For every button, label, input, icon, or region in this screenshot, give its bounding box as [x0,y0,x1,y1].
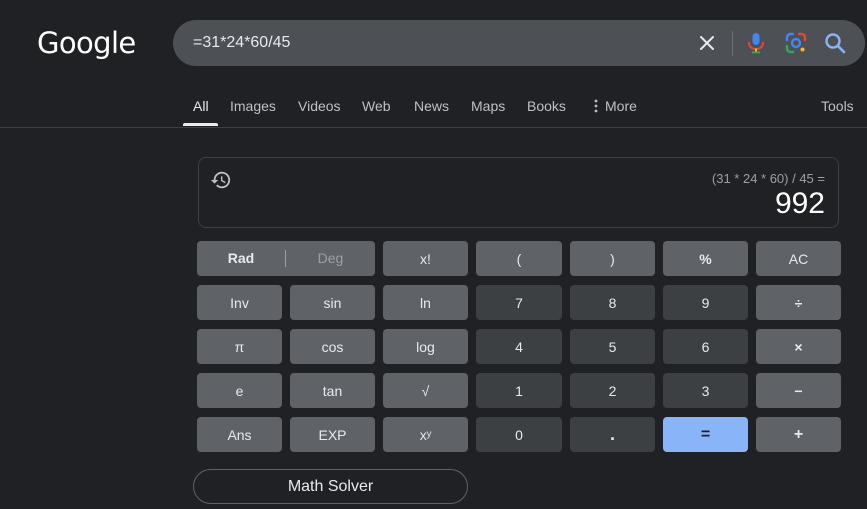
google-logo[interactable]: Google [37,26,136,60]
sin-button[interactable]: sin [290,285,375,320]
active-tab-indicator [183,123,218,126]
left-paren-button[interactable]: ( [476,241,562,276]
microphone-icon[interactable] [744,31,768,55]
tab-books[interactable]: Books [527,98,566,114]
tab-more[interactable]: More [593,98,637,114]
digit-3-button[interactable]: 3 [663,373,748,408]
tab-all[interactable]: All [193,98,209,114]
digit-5-button[interactable]: 5 [570,329,655,364]
equals-button[interactable]: = [663,417,748,452]
sqrt-button[interactable]: √ [383,373,468,408]
power-button[interactable]: xʸ [383,417,468,452]
math-solver-button[interactable]: Math Solver [193,469,468,504]
digit-1-button[interactable]: 1 [476,373,562,408]
pi-button[interactable]: π [197,329,282,364]
tabs-divider [0,127,867,128]
search-tabs: All Images Videos Web News Maps Books Mo… [0,86,867,127]
tab-news[interactable]: News [414,98,449,114]
search-icon[interactable] [823,31,847,55]
digit-9-button[interactable]: 9 [663,285,748,320]
digit-4-button[interactable]: 4 [476,329,562,364]
rad-deg-toggle[interactable]: Rad Deg [197,241,375,276]
digit-0-button[interactable]: 0 [476,417,562,452]
right-paren-button[interactable]: ) [570,241,655,276]
calculator-expression: (31 * 24 * 60) / 45 = [711,171,825,186]
multiply-button[interactable]: × [756,329,841,364]
minus-button[interactable]: − [756,373,841,408]
google-results-page: Google =31*24*60/45 All Images Videos We… [0,0,867,509]
calculator-display: (31 * 24 * 60) / 45 = 992 [198,157,839,228]
close-icon[interactable] [695,31,719,55]
tab-tools[interactable]: Tools [821,98,854,114]
digit-6-button[interactable]: 6 [663,329,748,364]
inverse-button[interactable]: Inv [197,285,282,320]
search-bar-divider [732,31,733,56]
deg-option[interactable]: Deg [286,241,375,276]
ln-button[interactable]: ln [383,285,468,320]
decimal-point-button[interactable]: . [570,417,655,452]
digit-2-button[interactable]: 2 [570,373,655,408]
google-lens-icon[interactable] [784,31,808,55]
tab-images[interactable]: Images [230,98,276,114]
more-vert-icon [594,99,598,113]
digit-7-button[interactable]: 7 [476,285,562,320]
exp-button[interactable]: EXP [290,417,375,452]
log-button[interactable]: log [383,329,468,364]
tab-web[interactable]: Web [362,98,391,114]
tab-more-label: More [605,98,637,114]
rad-option[interactable]: Rad [197,241,285,276]
calculator-result: 992 [774,187,825,220]
tab-videos[interactable]: Videos [298,98,341,114]
history-icon[interactable] [210,169,232,191]
plus-button[interactable]: + [756,417,841,452]
tan-button[interactable]: tan [290,373,375,408]
tab-maps[interactable]: Maps [471,98,505,114]
euler-button[interactable]: e [197,373,282,408]
cos-button[interactable]: cos [290,329,375,364]
search-input[interactable] [193,20,673,66]
search-bar [173,20,865,66]
factorial-button[interactable]: x! [383,241,468,276]
percent-button[interactable]: % [663,241,748,276]
all-clear-button[interactable]: AC [756,241,841,276]
answer-button[interactable]: Ans [197,417,282,452]
digit-8-button[interactable]: 8 [570,285,655,320]
divide-button[interactable]: ÷ [756,285,841,320]
